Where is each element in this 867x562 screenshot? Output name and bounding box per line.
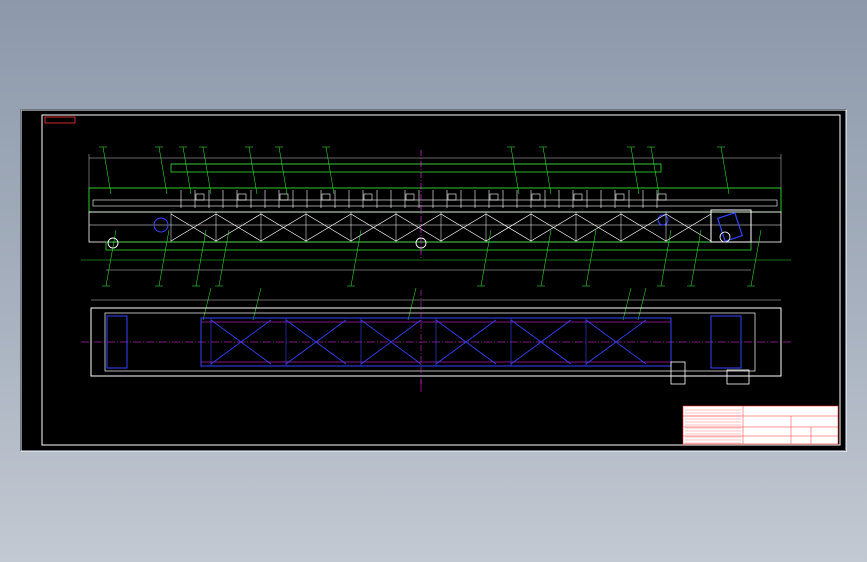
corner-tag-box (44, 116, 76, 124)
conveyor-belt (92, 199, 778, 207)
scraper-clamp (279, 193, 289, 201)
leader-line (690, 229, 702, 287)
leader-line (585, 229, 597, 287)
scraper-clamp (657, 193, 667, 201)
scraper-clamp (531, 193, 541, 201)
leader-line (182, 146, 192, 195)
cad-drawing (21, 110, 847, 452)
scraper-clamp (363, 193, 373, 201)
drawing-border-outer (21, 110, 847, 452)
leader-line (248, 146, 258, 195)
scraper-clamp (489, 193, 499, 201)
leader-line (102, 146, 112, 195)
leader-line (252, 287, 262, 321)
leader-line (750, 229, 762, 287)
elevation-view (81, 146, 791, 321)
drawing-border-inner (41, 114, 841, 446)
leader-line (510, 146, 520, 195)
leader-line (720, 146, 730, 195)
leader-lines (99, 146, 762, 321)
leader-line (195, 229, 207, 287)
leader-line (202, 146, 212, 195)
leader-line (540, 229, 552, 287)
drive-head (710, 209, 752, 243)
leader-line (637, 287, 647, 321)
cad-drawing-viewport[interactable] (20, 109, 847, 452)
leader-line (650, 146, 660, 195)
leader-line (622, 287, 632, 321)
plan-drive-unit (670, 361, 686, 385)
leader-line (630, 146, 640, 195)
scraper-clamp (237, 193, 247, 201)
truss-web (170, 212, 712, 242)
leader-line (542, 146, 552, 195)
scraper-clamp (321, 193, 331, 201)
plan-view (81, 290, 791, 392)
scraper-clamp (447, 193, 457, 201)
scraper-plates (180, 190, 667, 208)
leader-line (158, 229, 170, 287)
leader-line (325, 146, 335, 195)
leader-line (202, 287, 212, 321)
leader-line (407, 287, 417, 321)
scraper-clamp (615, 193, 625, 201)
top-rail (170, 163, 662, 173)
leader-line (278, 146, 288, 195)
leader-line (158, 146, 168, 195)
scraper-clamp (405, 193, 415, 201)
scraper-clamp (195, 193, 205, 201)
title-block (682, 405, 839, 445)
scraper-clamp (573, 193, 583, 201)
